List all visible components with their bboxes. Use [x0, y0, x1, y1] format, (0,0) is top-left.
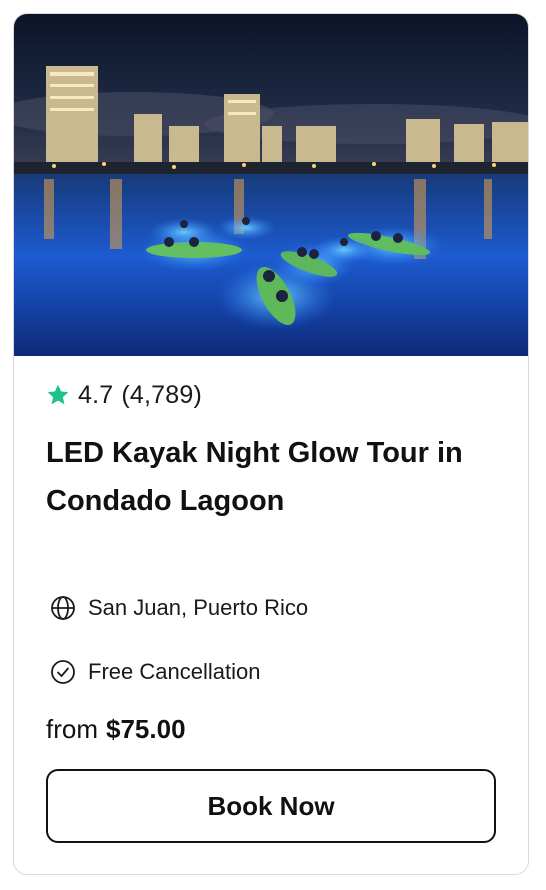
rating-score: 4.7 [78, 380, 114, 409]
price-amount: $75.00 [106, 714, 186, 744]
rating: 4.7 (4,789) [46, 378, 202, 412]
tour-card[interactable]: 4.7 (4,789) LED Kayak Night Glow Tour in… [13, 13, 529, 875]
price: from $75.00 [46, 714, 186, 754]
location-text: San Juan, Puerto Rico [88, 595, 309, 620]
globe-icon [51, 596, 75, 620]
review-count: (4,789) [121, 380, 202, 409]
tour-photo[interactable] [14, 14, 529, 356]
tour-title[interactable]: LED Kayak Night Glow Tour in Condado Lag… [46, 429, 496, 525]
book-now-button[interactable]: Book Now [46, 769, 496, 843]
check-circle-icon [51, 660, 75, 684]
cancellation-text: Free Cancellation [88, 659, 261, 684]
price-prefix: from [46, 714, 98, 744]
location-row: San Juan, Puerto Rico [50, 592, 308, 624]
star-icon [47, 384, 69, 405]
cancellation-row: Free Cancellation [50, 656, 260, 688]
